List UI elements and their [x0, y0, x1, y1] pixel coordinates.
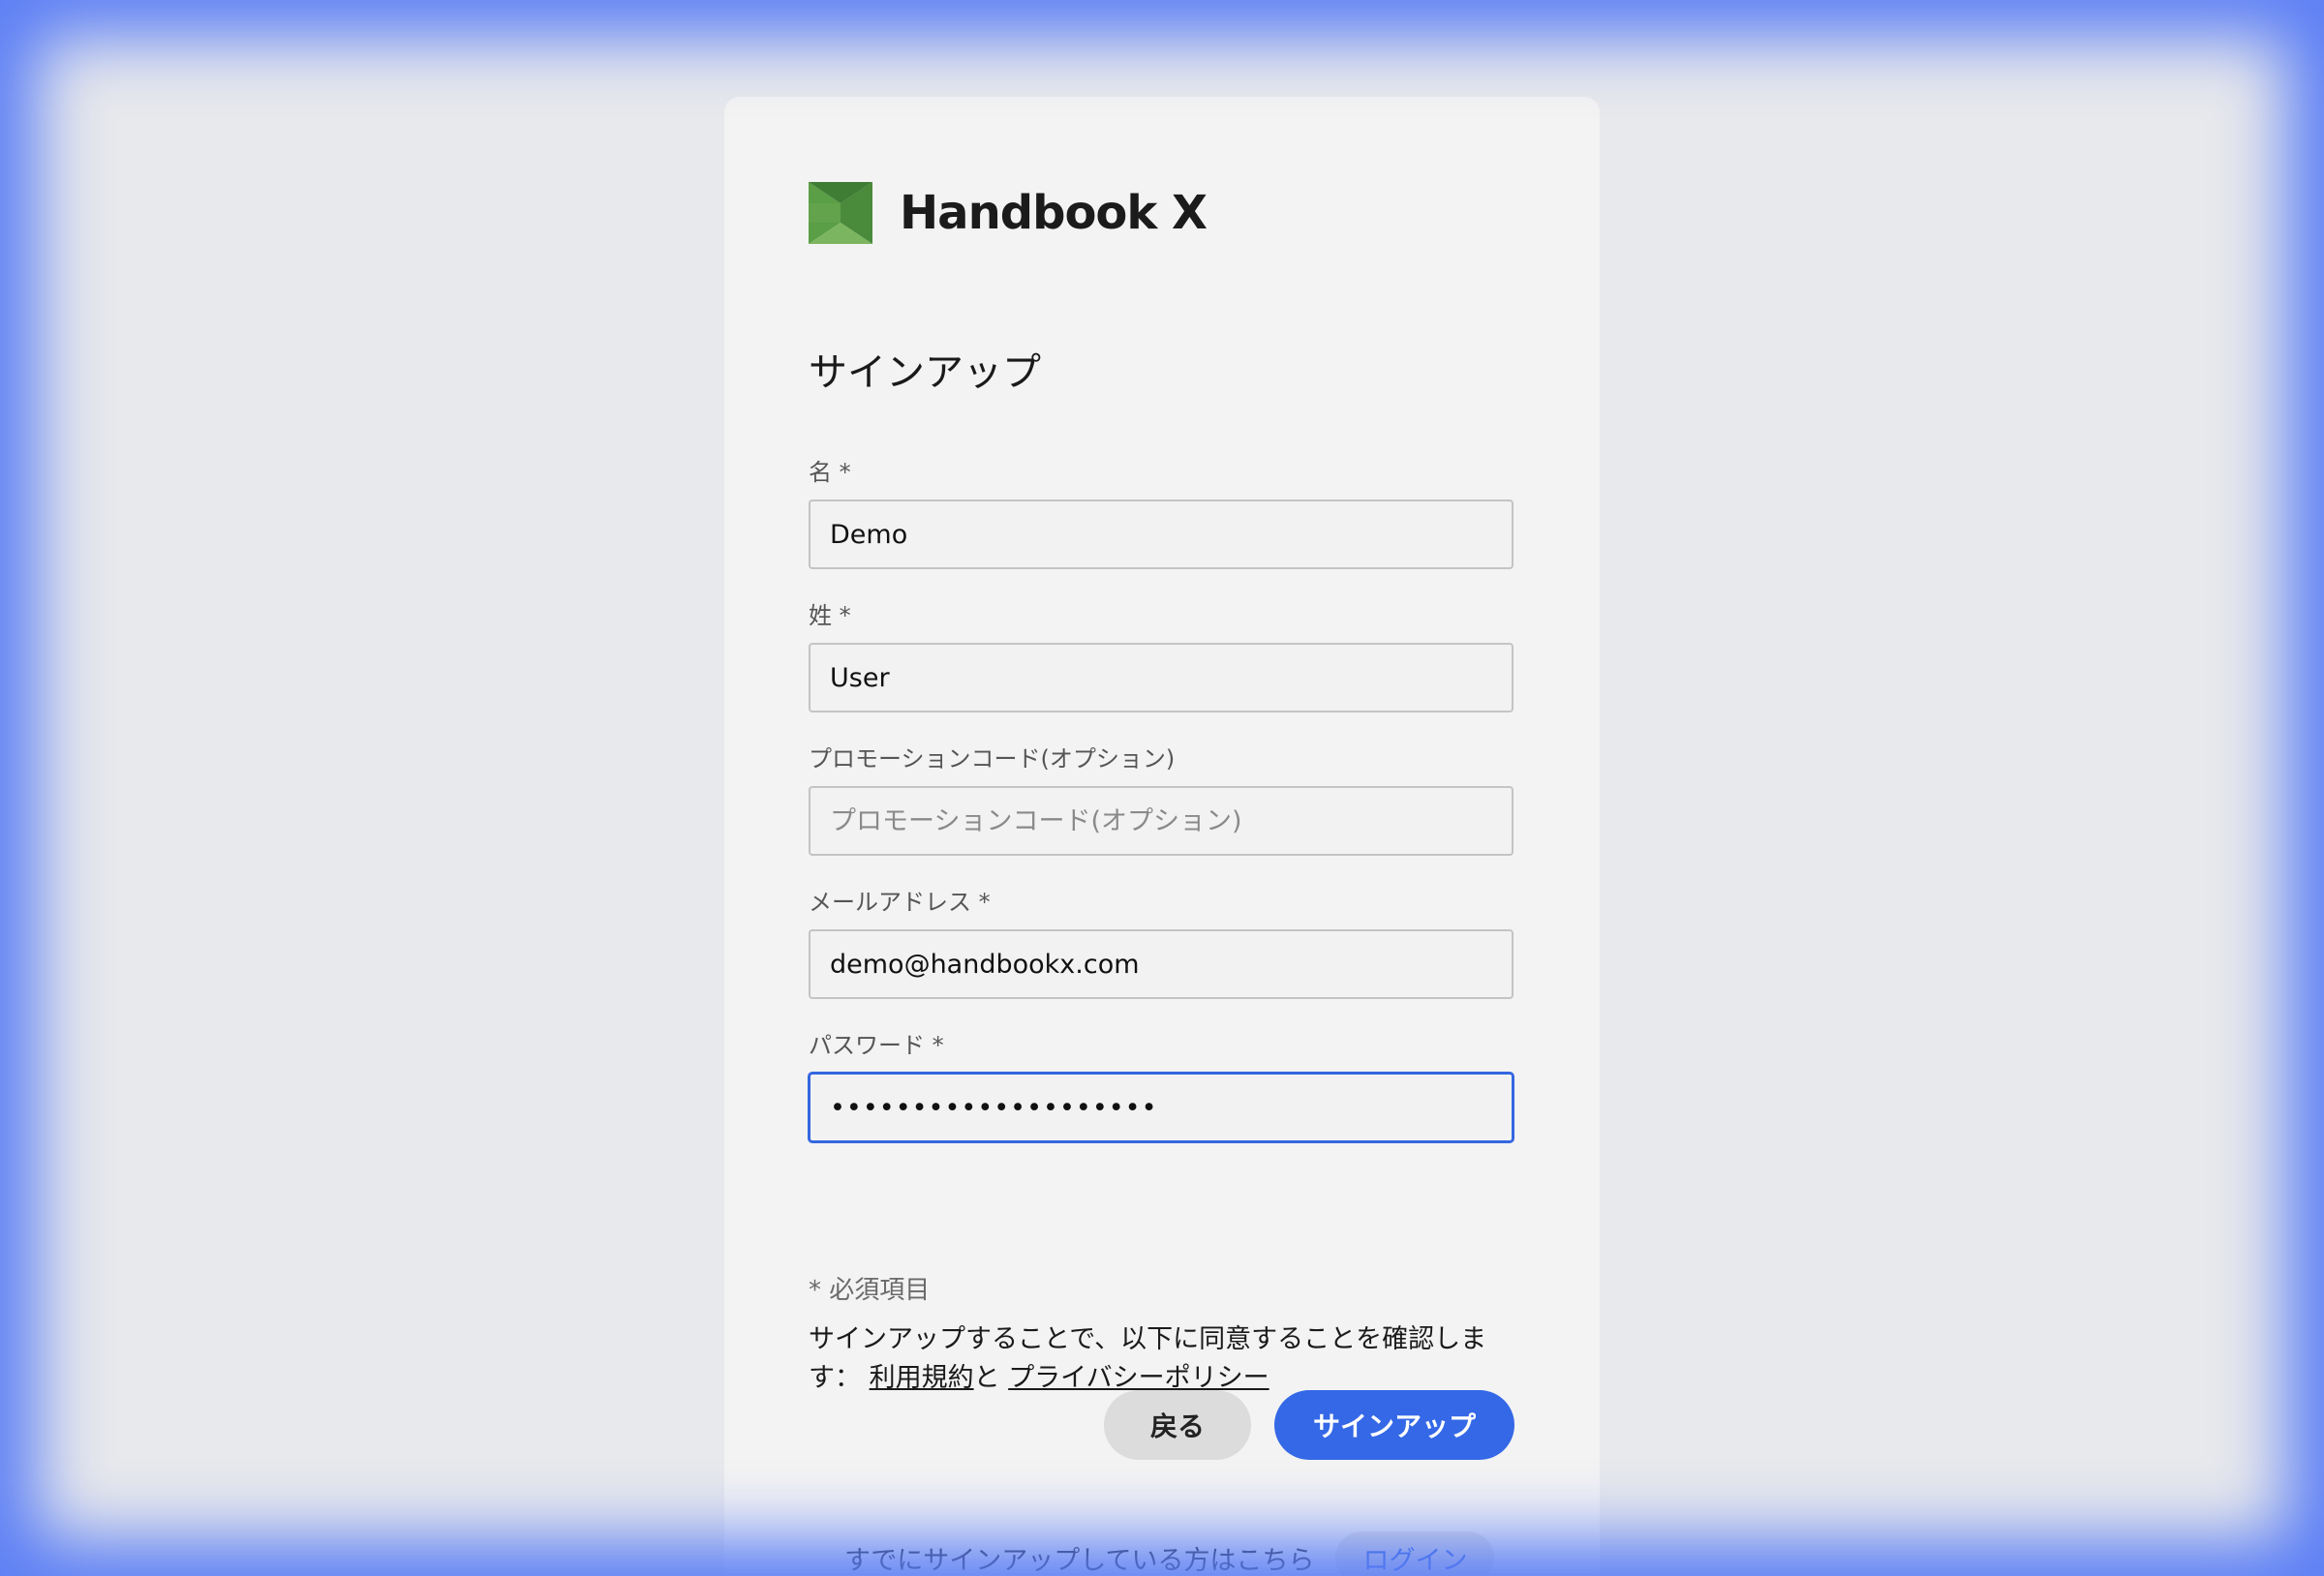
terms-connector: と [973, 1363, 1000, 1393]
password-input[interactable] [809, 1073, 1514, 1142]
first-name-input[interactable] [809, 500, 1514, 569]
first-name-label: 名 * [809, 459, 851, 486]
privacy-policy-link[interactable]: プライバシーポリシー [1008, 1363, 1269, 1393]
back-button[interactable]: 戻る [1104, 1390, 1251, 1460]
login-prompt-text: すでにサインアップしている方はこちら [844, 1546, 1315, 1576]
signup-card: Handbook X サインアップ 名 * 姓 * プロモーションコード(オプシ… [724, 97, 1600, 1576]
promo-code-input[interactable] [809, 786, 1514, 856]
terms-of-service-link[interactable]: 利用規約 [870, 1363, 974, 1393]
handbook-x-logo-icon [809, 182, 872, 244]
terms-notice: サインアップすることで、以下に同意することを確認します： 利用規約と プライバシ… [809, 1320, 1515, 1398]
email-input[interactable] [809, 929, 1514, 999]
promo-code-label: プロモーションコード(オプション) [809, 745, 1176, 773]
signup-button[interactable]: サインアップ [1274, 1390, 1514, 1460]
required-note: * 必須項目 [809, 1276, 931, 1305]
brand-logo: Handbook X [809, 182, 1208, 244]
login-prompt: すでにサインアップしている方はこちら ログイン [844, 1531, 1495, 1576]
password-label: パスワード * [809, 1032, 944, 1059]
brand-name: Handbook X [900, 186, 1208, 240]
email-label: メールアドレス * [809, 889, 991, 916]
login-link[interactable]: ログイン [1335, 1531, 1495, 1576]
last-name-input[interactable] [809, 643, 1514, 712]
last-name-label: 姓 * [809, 602, 851, 629]
page-title: サインアップ [809, 350, 1041, 395]
